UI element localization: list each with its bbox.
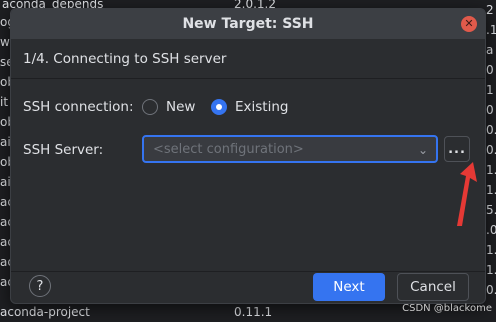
ssh-server-label: SSH Server:	[23, 142, 103, 158]
dialog-title: New Target: SSH	[182, 16, 313, 32]
background-right-text: .1	[486, 20, 496, 40]
browse-label: ...	[448, 142, 466, 157]
radio-new[interactable]	[142, 99, 158, 115]
next-label: Next	[333, 279, 364, 295]
watermark: CSDN @blackome	[402, 303, 492, 314]
dialog-content: SSH connection: New Existing SSH Server:	[11, 79, 485, 271]
background-right-text: 1.2	[486, 180, 496, 200]
background-right-text: 0	[486, 100, 496, 120]
radio-existing[interactable]	[211, 99, 227, 115]
radio-new-label[interactable]: New	[166, 99, 195, 115]
ssh-server-select[interactable]: <select configuration> ⌄	[142, 135, 438, 163]
ssh-connection-label: SSH connection:	[23, 99, 134, 115]
background-right-text: 1.1	[486, 240, 496, 260]
background-row: w	[0, 32, 10, 52]
background-right-text: 5.	[486, 200, 496, 220]
background-right-text: 1	[486, 80, 496, 100]
background-right-text: a	[486, 40, 496, 60]
background-right-text: 1.1	[486, 260, 496, 280]
chevron-down-icon: ⌄	[418, 143, 428, 157]
background-version: 0.11.1	[234, 302, 272, 322]
cancel-button[interactable]: Cancel	[397, 273, 469, 301]
step-header: 1/4. Connecting to SSH server	[11, 39, 485, 79]
browse-button[interactable]: ...	[444, 136, 470, 162]
help-icon: ?	[37, 279, 44, 294]
next-button[interactable]: Next	[313, 273, 385, 301]
close-icon[interactable]: ✕	[461, 16, 477, 32]
background-right-text: 1.2	[486, 160, 496, 180]
background-right-text: .0	[486, 220, 496, 240]
step-title: 1/4. Connecting to SSH server	[23, 51, 226, 67]
new-target-dialog: New Target: SSH ✕ 1/4. Connecting to SSH…	[10, 8, 486, 304]
background-row: it	[0, 92, 8, 112]
help-button[interactable]: ?	[29, 275, 51, 297]
radio-existing-label[interactable]: Existing	[235, 99, 288, 115]
cancel-label: Cancel	[410, 279, 456, 295]
dialog-titlebar[interactable]: New Target: SSH ✕	[11, 9, 485, 39]
background-right-text: 0	[486, 60, 496, 80]
background-right-text: 0.	[486, 140, 496, 160]
red-arrow-annotation	[452, 160, 482, 230]
select-placeholder: <select configuration>	[153, 142, 304, 157]
background-row: aconda-project	[0, 302, 90, 322]
background-right-text: 0.	[486, 280, 496, 300]
background-right-text: 2	[486, 0, 496, 20]
background-right-text: 0.	[486, 120, 496, 140]
